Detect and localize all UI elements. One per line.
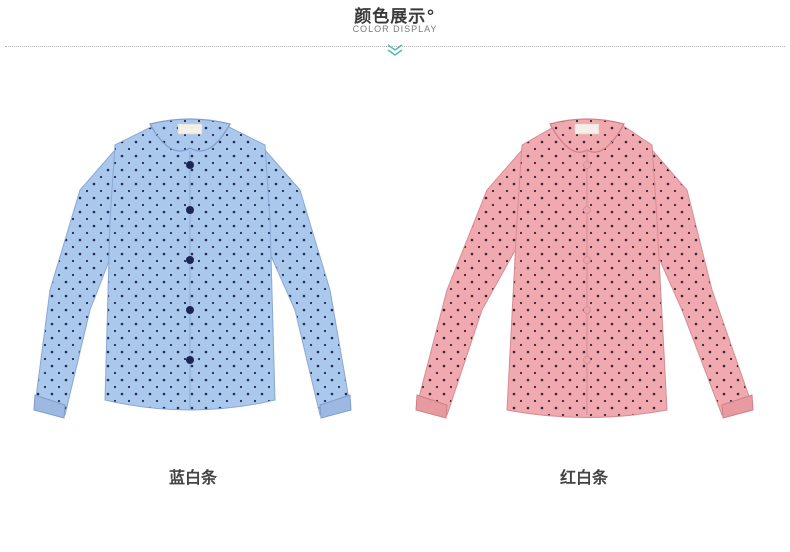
product-label-blue: 蓝白条 <box>168 468 217 487</box>
section-subtitle: COLOR DISPLAY <box>352 24 438 34</box>
double-chevron-down-icon <box>387 44 403 56</box>
product-blue-shirt[interactable] <box>20 110 360 430</box>
blue-shirt-image <box>33 118 352 419</box>
product-label-pink: 红白条 <box>559 468 608 487</box>
section-header: 颜色展示° COLOR DISPLAY <box>0 0 790 60</box>
product-pink-shirt[interactable] <box>412 110 757 430</box>
pink-shirt-image <box>415 118 754 419</box>
